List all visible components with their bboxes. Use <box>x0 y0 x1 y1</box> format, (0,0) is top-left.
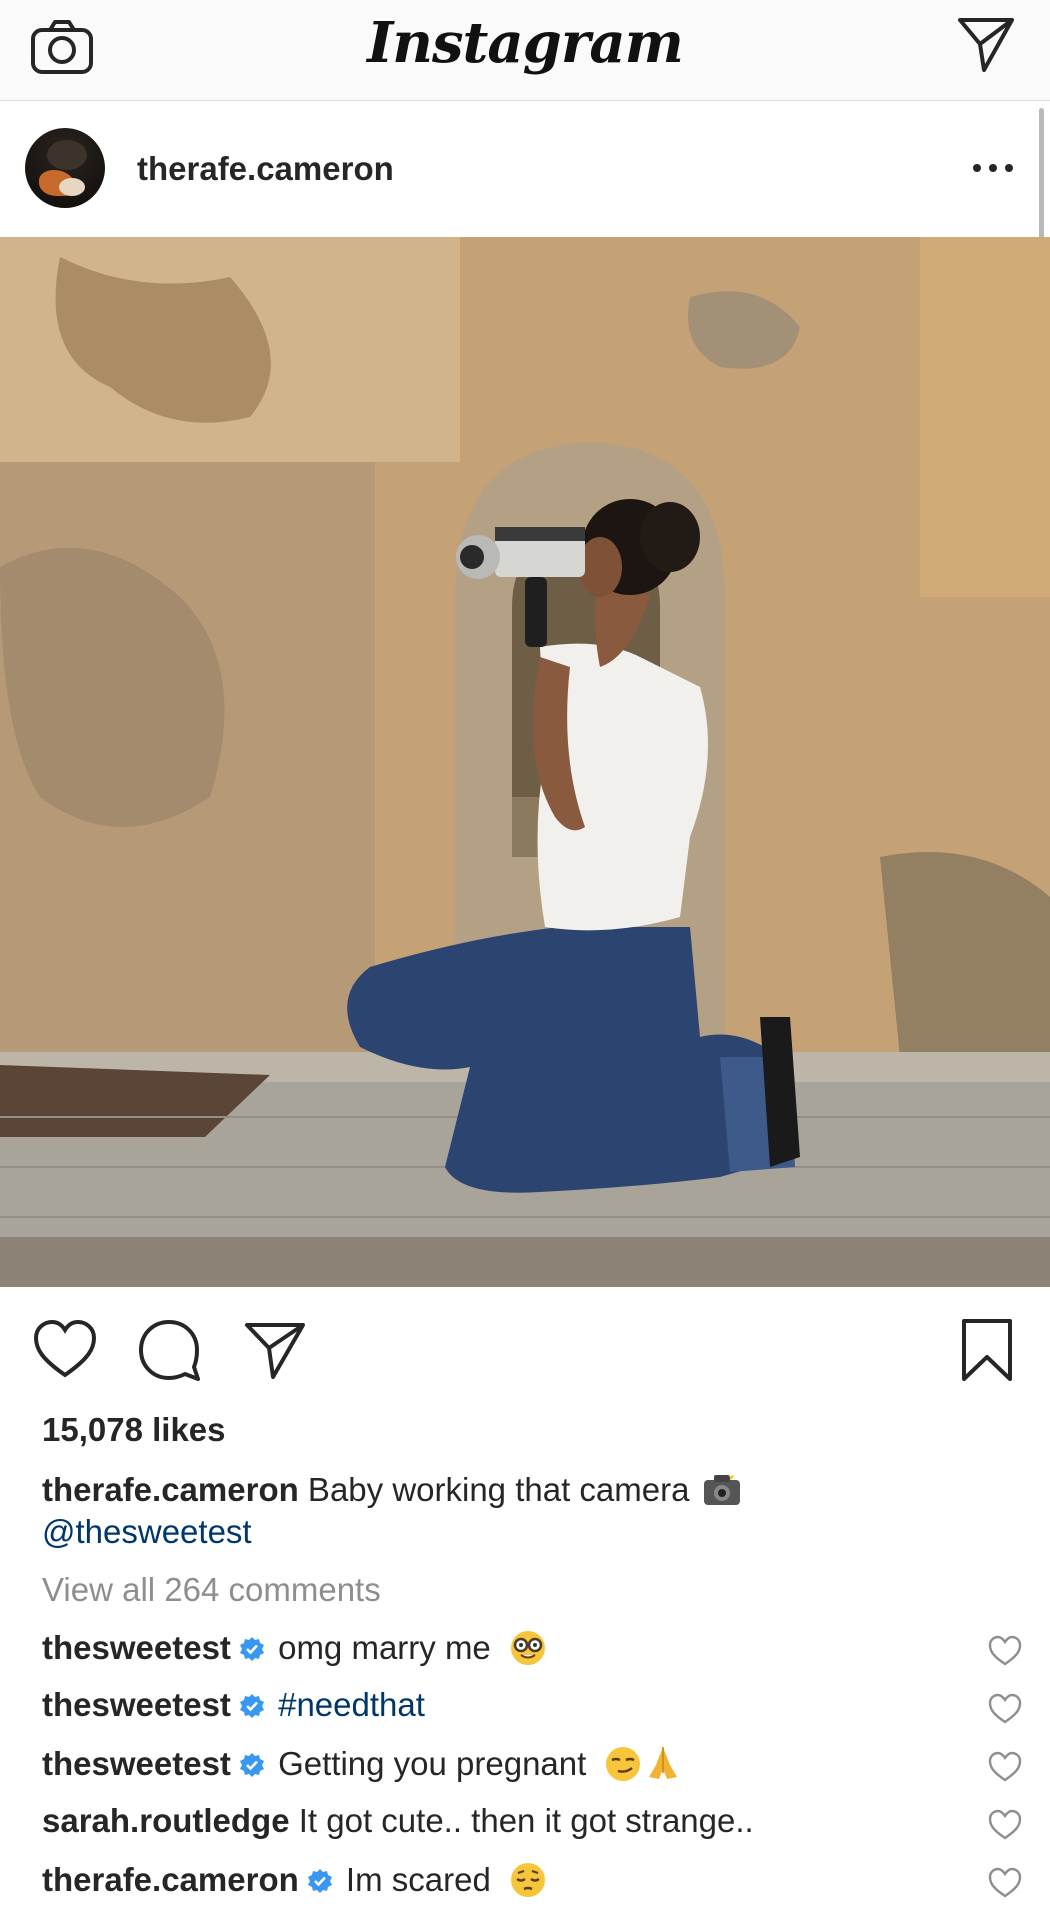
paper-plane-icon[interactable] <box>242 1317 308 1383</box>
comment-like-heart-icon[interactable] <box>988 1867 1022 1899</box>
comment-like-heart-icon[interactable] <box>988 1809 1022 1841</box>
comment-username[interactable]: thesweetest <box>42 1686 231 1723</box>
nerd-face-emoji-icon <box>510 1631 545 1665</box>
comment-text: omg marry me <box>268 1629 491 1666</box>
verified-badge-icon <box>239 1753 264 1777</box>
comment-list: thesweetest omg marry me thesweetest #ne… <box>0 1627 1050 1917</box>
post-header: therafe.cameron <box>0 101 1050 237</box>
comment-row: thesweetest Getting you pregnant <box>0 1743 1050 1801</box>
heart-icon[interactable] <box>32 1317 98 1383</box>
post-photo-illustration <box>0 237 1050 1287</box>
smirk-face-emoji-icon <box>606 1747 641 1781</box>
comment-text: It got cute.. then it got strange.. <box>289 1802 754 1839</box>
caption-username[interactable]: therafe.cameron <box>42 1471 299 1508</box>
comment-bubble-icon[interactable] <box>136 1317 202 1383</box>
comment-row: thesweetest #needthat <box>0 1685 1050 1743</box>
comment-like-heart-icon[interactable] <box>988 1751 1022 1783</box>
post-caption: therafe.cameron Baby working that camera… <box>42 1469 1002 1553</box>
verified-badge-icon <box>239 1694 264 1718</box>
pensive-face-emoji-icon <box>510 1863 545 1897</box>
comment-username[interactable]: thesweetest <box>42 1629 231 1666</box>
top-navigation-bar: Instagram <box>0 0 1050 101</box>
comment-text: Getting you pregnant <box>268 1745 587 1782</box>
comment-text: Im scared <box>336 1861 491 1898</box>
verified-badge-icon <box>239 1637 264 1661</box>
folded-hands-emoji-icon <box>649 1747 678 1779</box>
comment-like-heart-icon[interactable] <box>988 1693 1022 1725</box>
comment-username[interactable]: sarah.routledge <box>42 1802 290 1839</box>
paper-plane-icon[interactable] <box>956 16 1016 74</box>
caption-text: Baby working that camera <box>298 1471 690 1508</box>
like-count[interactable]: 15,078 likes <box>42 1411 226 1449</box>
comment-row: therafe.cameron Im scared <box>0 1859 1050 1917</box>
app-logo: Instagram <box>367 10 684 76</box>
more-options-icon[interactable] <box>973 156 1013 180</box>
post-photo[interactable] <box>0 237 1050 1287</box>
view-all-comments-link[interactable]: View all 264 comments <box>42 1571 381 1609</box>
verified-badge-icon <box>307 1869 332 1893</box>
comment-username[interactable]: thesweetest <box>42 1745 231 1782</box>
post-action-bar <box>0 1287 1050 1412</box>
post-username[interactable]: therafe.cameron <box>137 150 394 188</box>
comment-hashtag-link[interactable]: #needthat <box>269 1686 425 1723</box>
caption-mention-link[interactable]: @thesweetest <box>42 1513 252 1550</box>
comment-username[interactable]: therafe.cameron <box>42 1861 299 1898</box>
comment-row: thesweetest omg marry me <box>0 1627 1050 1685</box>
comment-row: sarah.routledge It got cute.. then it go… <box>0 1801 1050 1859</box>
comment-like-heart-icon[interactable] <box>988 1635 1022 1667</box>
avatar[interactable] <box>25 128 105 208</box>
bookmark-icon[interactable] <box>954 1317 1020 1383</box>
camera-flash-emoji-icon <box>703 1471 740 1505</box>
